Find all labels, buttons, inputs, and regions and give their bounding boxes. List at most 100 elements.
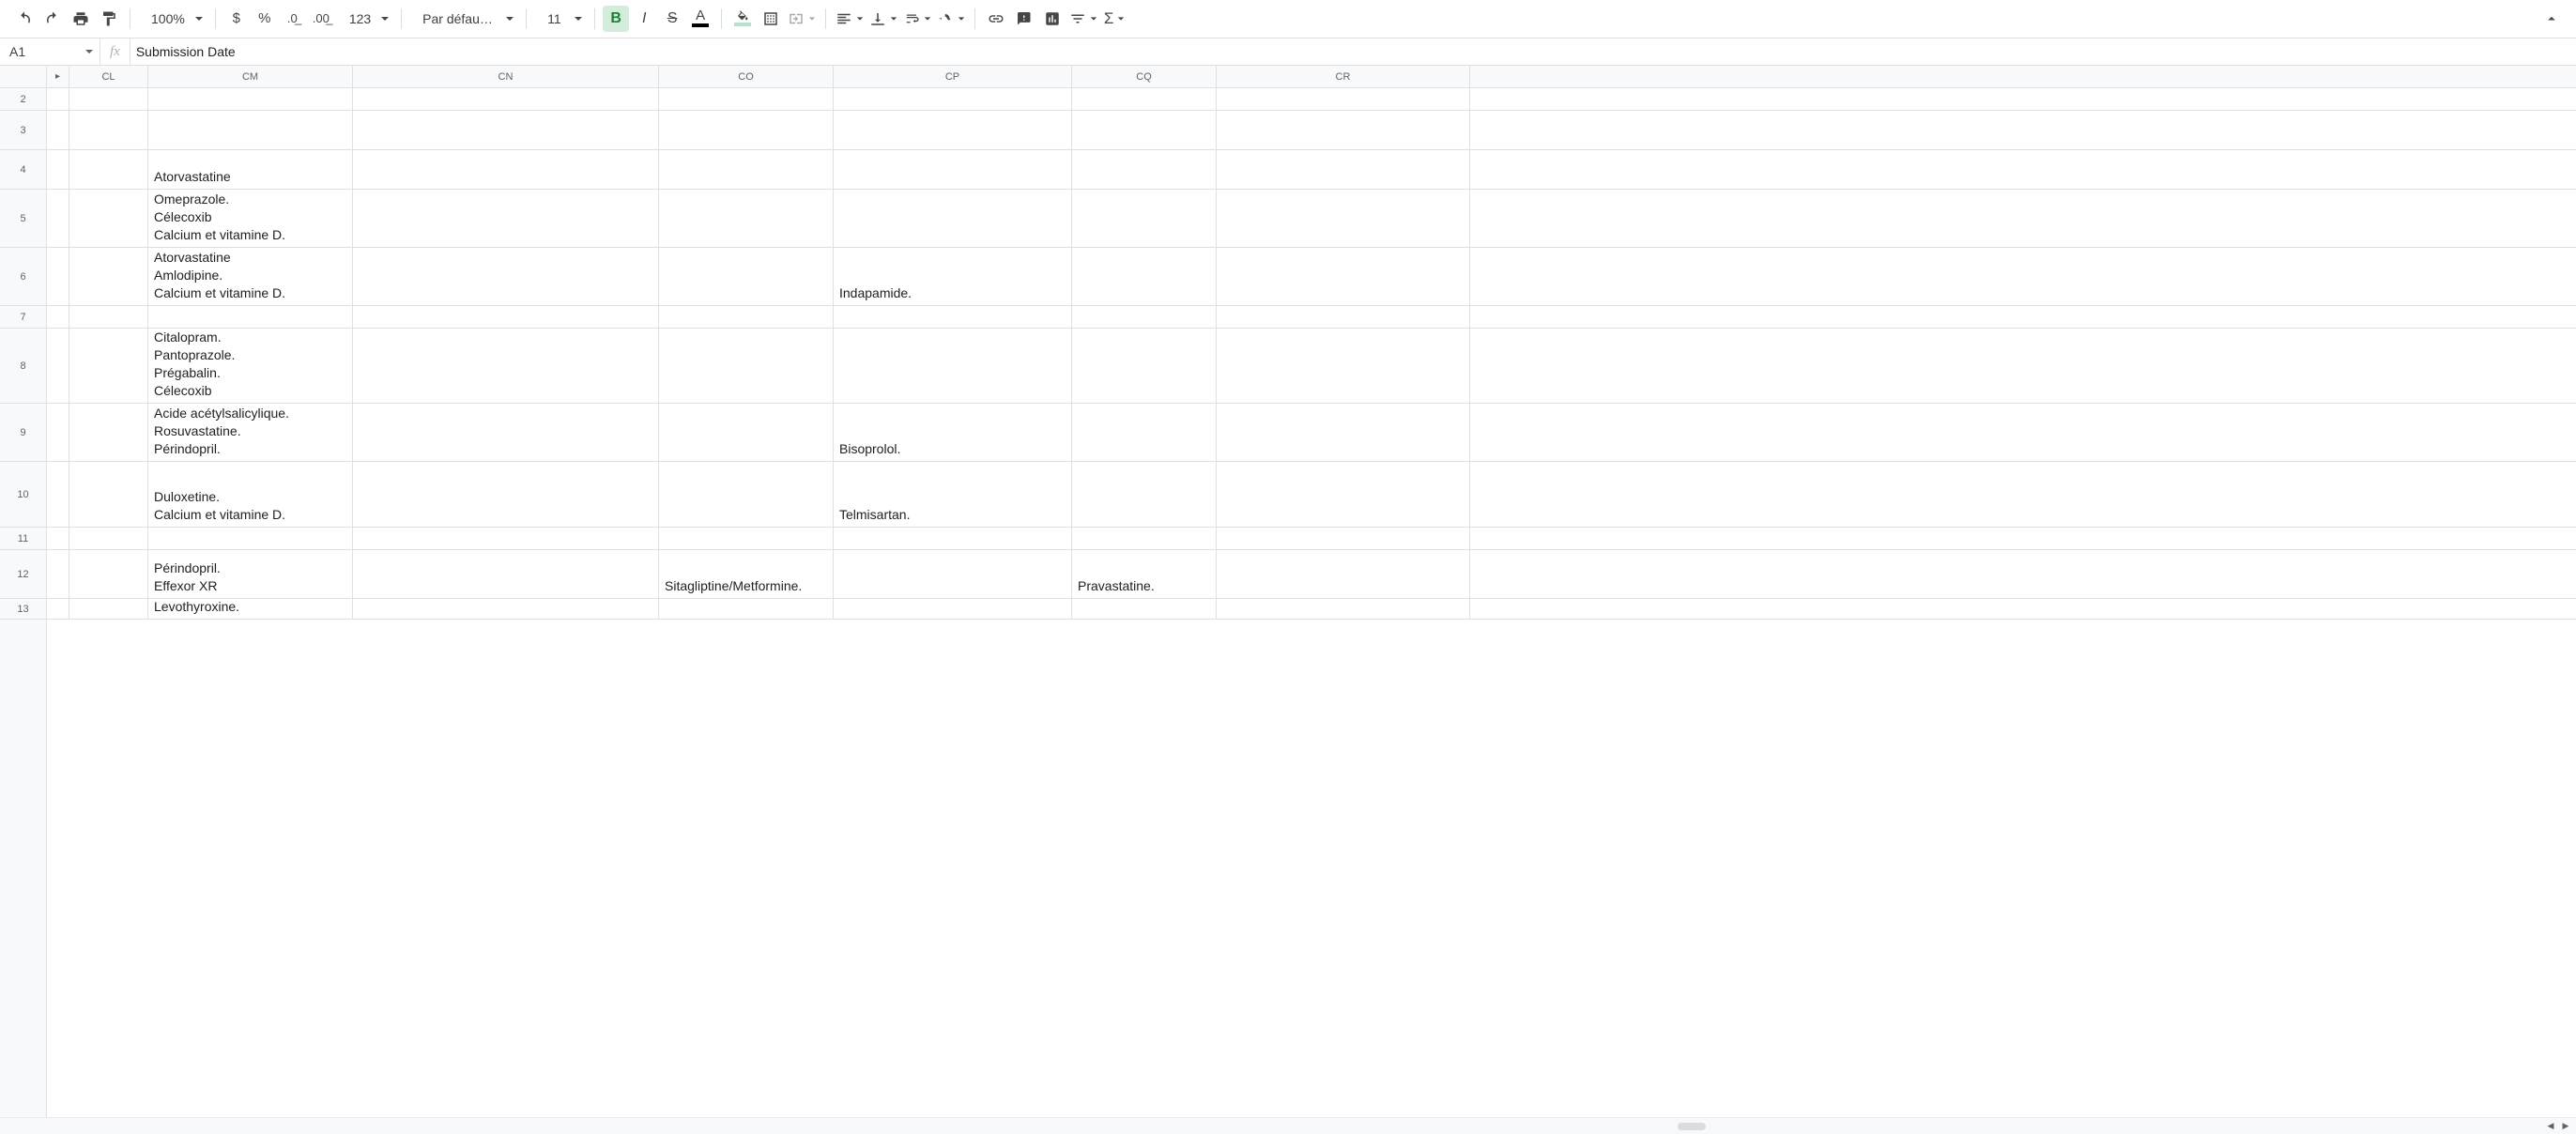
cell-cn-7[interactable]: [353, 306, 659, 328]
cell-cq-7[interactable]: [1072, 306, 1217, 328]
cell-cn-6[interactable]: [353, 248, 659, 305]
paint-format-button[interactable]: [96, 6, 122, 32]
row-header-7[interactable]: 7: [0, 306, 46, 329]
cell-cn-12[interactable]: [353, 550, 659, 598]
row-header-11[interactable]: 11: [0, 528, 46, 550]
cell-cq-10[interactable]: [1072, 462, 1217, 527]
increase-decimal-button[interactable]: .00̲: [308, 6, 334, 32]
cell-stub[interactable]: [47, 88, 69, 110]
cell-cm-11[interactable]: [148, 528, 353, 549]
borders-button[interactable]: [758, 6, 784, 32]
insert-comment-button[interactable]: [1011, 6, 1037, 32]
cell-cp-3[interactable]: [834, 111, 1072, 149]
cell-cn-2[interactable]: [353, 88, 659, 110]
font-size-select[interactable]: 11: [534, 6, 587, 32]
insert-chart-button[interactable]: [1039, 6, 1066, 32]
more-formats-select[interactable]: 123: [336, 6, 393, 32]
cell-co-5[interactable]: [659, 190, 834, 247]
cell-cq-9[interactable]: [1072, 404, 1217, 461]
strikethrough-button[interactable]: S: [659, 6, 685, 32]
cell-cq-2[interactable]: [1072, 88, 1217, 110]
functions-button[interactable]: Σ: [1101, 6, 1127, 32]
merge-cells-button[interactable]: [786, 6, 818, 32]
cell-cp-11[interactable]: [834, 528, 1072, 549]
cell-cp-5[interactable]: [834, 190, 1072, 247]
cell-cq-12[interactable]: Pravastatine.: [1072, 550, 1217, 598]
cell-cn-5[interactable]: [353, 190, 659, 247]
vertical-align-button[interactable]: [867, 6, 899, 32]
cell-cl-12[interactable]: [69, 550, 148, 598]
column-header-cr[interactable]: CR: [1217, 66, 1470, 87]
row-header-12[interactable]: 12: [0, 550, 46, 599]
cell-cr-5[interactable]: [1217, 190, 1470, 247]
currency-button[interactable]: $: [223, 6, 250, 32]
cell-cp-6[interactable]: Indapamide.: [834, 248, 1072, 305]
cell-co-7[interactable]: [659, 306, 834, 328]
cell-cm-6[interactable]: Atorvastatine Amlodipine. Calcium et vit…: [148, 248, 353, 305]
cell-cp-8[interactable]: [834, 329, 1072, 403]
cell-cl-5[interactable]: [69, 190, 148, 247]
name-box[interactable]: A1: [0, 38, 100, 65]
row-header-6[interactable]: 6: [0, 248, 46, 306]
cell-stub[interactable]: [47, 306, 69, 328]
row-header-10[interactable]: 10: [0, 462, 46, 528]
cell-cl-3[interactable]: [69, 111, 148, 149]
cell-stub[interactable]: [47, 528, 69, 549]
cell-cp-10[interactable]: Telmisartan.: [834, 462, 1072, 527]
cell-cl-7[interactable]: [69, 306, 148, 328]
cell-cp-12[interactable]: [834, 550, 1072, 598]
text-color-button[interactable]: A: [687, 6, 713, 32]
formula-input[interactable]: Submission Date: [130, 44, 2576, 59]
filter-button[interactable]: [1067, 6, 1099, 32]
cell-cp-4[interactable]: [834, 150, 1072, 189]
cells-area[interactable]: AtorvastatineOmeprazole. Célecoxib Calci…: [47, 88, 2576, 1117]
column-header-cq[interactable]: CQ: [1072, 66, 1217, 87]
cell-cr-2[interactable]: [1217, 88, 1470, 110]
horizontal-scrollbar[interactable]: ◀ ▶: [0, 1117, 2576, 1134]
cell-cp-2[interactable]: [834, 88, 1072, 110]
print-button[interactable]: [68, 6, 94, 32]
cell-co-3[interactable]: [659, 111, 834, 149]
cell-cl-13[interactable]: [69, 599, 148, 619]
cell-cl-9[interactable]: [69, 404, 148, 461]
cell-stub[interactable]: [47, 248, 69, 305]
cell-cm-10[interactable]: Duloxetine. Calcium et vitamine D.: [148, 462, 353, 527]
cell-cm-2[interactable]: [148, 88, 353, 110]
cell-co-2[interactable]: [659, 88, 834, 110]
font-family-select[interactable]: Par défaut ...: [409, 6, 518, 32]
cell-cm-8[interactable]: Citalopram. Pantoprazole. Prégabalin. Cé…: [148, 329, 353, 403]
cell-cr-8[interactable]: [1217, 329, 1470, 403]
cell-cq-6[interactable]: [1072, 248, 1217, 305]
row-header-5[interactable]: 5: [0, 190, 46, 248]
cell-cr-13[interactable]: [1217, 599, 1470, 619]
cell-stub[interactable]: [47, 462, 69, 527]
cell-cr-3[interactable]: [1217, 111, 1470, 149]
redo-button[interactable]: [39, 6, 66, 32]
cell-cm-4[interactable]: Atorvastatine: [148, 150, 353, 189]
cell-cn-10[interactable]: [353, 462, 659, 527]
cell-co-12[interactable]: Sitagliptine/Metformine.: [659, 550, 834, 598]
column-header-co[interactable]: CO: [659, 66, 834, 87]
horizontal-align-button[interactable]: [834, 6, 866, 32]
cell-stub[interactable]: [47, 550, 69, 598]
cell-cq-8[interactable]: [1072, 329, 1217, 403]
cell-co-4[interactable]: [659, 150, 834, 189]
fill-color-button[interactable]: [729, 6, 756, 32]
column-header-cn[interactable]: CN: [353, 66, 659, 87]
cell-cr-6[interactable]: [1217, 248, 1470, 305]
scroll-right-button[interactable]: ▶: [2559, 1120, 2572, 1133]
cell-cn-13[interactable]: [353, 599, 659, 619]
column-header-cl[interactable]: CL: [69, 66, 148, 87]
cell-co-13[interactable]: [659, 599, 834, 619]
cell-cl-8[interactable]: [69, 329, 148, 403]
cell-cq-4[interactable]: [1072, 150, 1217, 189]
cell-cr-11[interactable]: [1217, 528, 1470, 549]
select-all-corner[interactable]: [0, 66, 47, 88]
cell-stub[interactable]: [47, 150, 69, 189]
scrollbar-track[interactable]: [4, 1122, 2540, 1131]
cell-cp-7[interactable]: [834, 306, 1072, 328]
cell-stub[interactable]: [47, 329, 69, 403]
cell-cn-4[interactable]: [353, 150, 659, 189]
text-wrap-button[interactable]: [901, 6, 933, 32]
cell-cn-3[interactable]: [353, 111, 659, 149]
